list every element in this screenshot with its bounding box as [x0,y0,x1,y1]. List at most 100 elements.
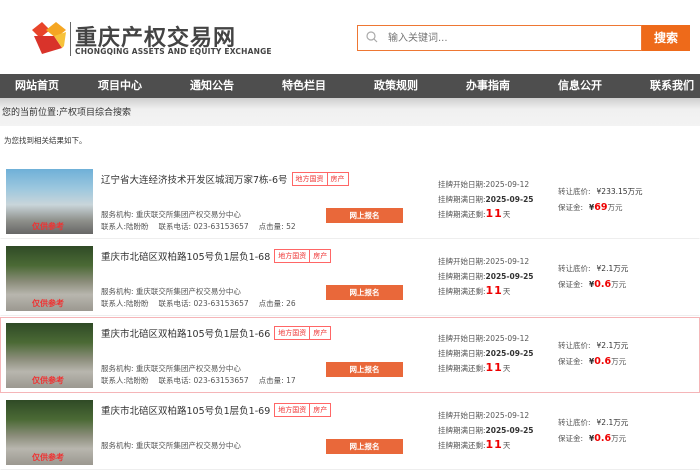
labels-day_unit-text: 天 [502,364,511,373]
labels-price-text: 转让底价: [558,264,591,273]
labels-phone-text: 联系电话: [158,222,194,231]
reserve-price: 转让底价: ¥233.15万元 [558,186,643,197]
deposit-text: 0.6 [594,279,612,290]
labels-deposit-text: 保证金: [558,434,584,443]
item-title[interactable]: 重庆市北碚区双柏路105号负1层负1-69 地方国资 房产 [101,403,332,417]
remain-text: 11 [485,284,503,297]
tag-state-assets: 地方国资 [274,249,311,263]
price-text: ¥2.1 [596,418,614,427]
labels-wan-text: 万元 [611,280,627,289]
nav-projects[interactable]: 项目中心 [74,74,166,98]
apply-online-button[interactable]: 网上报名 [326,208,403,223]
labels-end-text: 挂牌期满日期: [438,272,486,281]
service-org: 服务机构: 重庆联交所集团产权交易分中心 [101,209,241,220]
apply-online-button[interactable]: 网上报名 [326,285,403,300]
labels-wan-text: 万元 [611,434,627,443]
labels-price-text: 转让底价: [558,341,591,350]
price-text: ¥233.15 [596,187,628,196]
service-org: 服务机构: 重庆联交所集团产权交易分中心 [101,286,241,297]
nav-notices[interactable]: 通知公告 [166,74,258,98]
nav-disclosure[interactable]: 信息公开 [534,74,626,98]
search-button[interactable]: 搜索 [642,25,690,51]
tag-real-estate: 房产 [326,172,349,186]
start-text: 2025-09-12 [485,411,530,420]
item-title[interactable]: 重庆市北碚区双柏路105号负1层负1-68 地方国资 房产 [101,249,332,263]
contact-text: 陆盼盼 [126,376,149,385]
days-remaining: 挂牌期满还剩:11天 [438,207,510,220]
apply-online-button[interactable]: 网上报名 [326,362,403,377]
watermark: 仅供参考 [32,299,64,308]
tag-real-estate: 房产 [309,403,332,417]
property-thumbnail[interactable]: 仅供参考 [6,400,93,465]
list-item[interactable]: 仅供参考 重庆市北碚区双柏路105号负1层负1-66 地方国资 房产 服务机构: 重… [0,317,700,393]
org-label: 服务机构: [101,210,136,219]
contact-text: 陆盼盼 [126,222,149,231]
contact-phone: 联系电话: 023-63153657 [159,376,249,385]
end-text: 2025-09-25 [485,272,534,281]
labels-deposit-text: 保证金: [558,203,584,212]
labels-clicks-text: 点击量: [258,222,287,231]
listing-end-date: 挂牌期满日期:2025-09-25 [438,425,534,436]
deposit-text: 0.6 [594,356,612,367]
labels-wan-text: 万元 [627,187,643,196]
deposit: 保证金: ¥0.6万元 [558,356,626,367]
click-count: 点击量: 26 [259,299,296,308]
labels-end-text: 挂牌期满日期: [438,195,486,204]
contact-info: 联系人:陆盼盼 联系电话: 023-63153657 点击量: 17 [101,375,306,386]
days-remaining: 挂牌期满还剩:11天 [438,284,510,297]
listing-end-date: 挂牌期满日期:2025-09-25 [438,348,534,359]
list-item[interactable]: 仅供参考 重庆市北碚区双柏路105号负1层负1-69 地方国资 房产 服务机构: 重… [0,394,700,470]
item-title-text[interactable]: 辽宁省大连经济技术开发区城润万家7栋-6号 [101,172,288,186]
contact-phone: 联系电话: 023-63153657 [159,222,249,231]
org-value: 重庆联交所集团产权交易分中心 [135,210,241,219]
price-text: ¥2.1 [596,264,614,273]
deposit: 保证金: ¥69万元 [558,202,622,213]
item-title[interactable]: 重庆市北碚区双柏路105号负1层负1-66 地方国资 房产 [101,326,332,340]
reserve-price: 转让底价: ¥2.1万元 [558,417,628,428]
item-title[interactable]: 辽宁省大连经济技术开发区城润万家7栋-6号 地方国资 房产 [101,172,349,186]
end-text: 2025-09-25 [485,426,534,435]
nav-home[interactable]: 网站首页 [0,74,74,98]
nav-contact[interactable]: 联系我们 [626,74,700,98]
logo-icon[interactable] [28,20,68,56]
service-org: 服务机构: 重庆联交所集团产权交易分中心 [101,363,241,374]
labels-wan-text: 万元 [607,203,623,212]
labels-remain-text: 挂牌期满还剩: [438,287,486,296]
tag-state-assets: 地方国资 [274,403,311,417]
search-input[interactable] [388,29,628,47]
item-title-text[interactable]: 重庆市北碚区双柏路105号负1层负1-68 [101,249,270,263]
org-value: 重庆联交所集团产权交易分中心 [135,287,241,296]
tag-real-estate: 房产 [309,249,332,263]
search-box [357,25,642,51]
contact-phone: 联系电话: 023-63153657 [159,299,249,308]
click-count: 点击量: 52 [259,222,296,231]
search-icon [366,31,378,43]
nav-guide[interactable]: 办事指南 [442,74,534,98]
remain-text: 11 [485,207,503,220]
org-value: 重庆联交所集团产权交易分中心 [135,364,241,373]
labels-clicks-text: 点击量: [258,299,287,308]
apply-online-button[interactable]: 网上报名 [326,439,403,454]
reserve-price: 转让底价: ¥2.1万元 [558,340,628,351]
list-item[interactable]: 仅供参考 辽宁省大连经济技术开发区城润万家7栋-6号 地方国资 房产 服务机构: 重… [0,163,700,239]
labels-remain-text: 挂牌期满还剩: [438,210,486,219]
item-title-text[interactable]: 重庆市北碚区双柏路105号负1层负1-69 [101,403,270,417]
tag-state-assets: 地方国资 [274,326,311,340]
contact-person: 联系人:陆盼盼 [101,376,149,385]
property-thumbnail[interactable]: 仅供参考 [6,323,93,388]
listing-start-date: 挂牌开始日期:2025-09-12 [438,256,529,267]
nav-featured[interactable]: 特色栏目 [258,74,350,98]
property-thumbnail[interactable]: 仅供参考 [6,169,93,234]
labels-day_unit-text: 天 [502,210,511,219]
nav-policies[interactable]: 政策规则 [350,74,442,98]
days-remaining: 挂牌期满还剩:11天 [438,361,510,374]
item-title-text[interactable]: 重庆市北碚区双柏路105号负1层负1-66 [101,326,270,340]
listing-end-date: 挂牌期满日期:2025-09-25 [438,271,534,282]
breadcrumb: 您的当前位置:产权项目综合搜索 [2,108,132,118]
labels-day_unit-text: 天 [502,287,511,296]
clicks-text: 26 [286,299,296,308]
labels-start-text: 挂牌开始日期: [438,334,486,343]
labels-end-text: 挂牌期满日期: [438,349,486,358]
list-item[interactable]: 仅供参考 重庆市北碚区双柏路105号负1层负1-68 地方国资 房产 服务机构: 重… [0,240,700,316]
property-thumbnail[interactable]: 仅供参考 [6,246,93,311]
